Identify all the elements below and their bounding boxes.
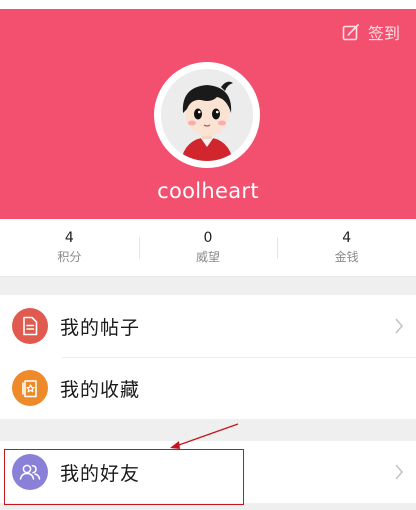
stats-bar: 4 积分 0 威望 4 金钱 xyxy=(0,219,416,277)
chevron-right-icon xyxy=(395,464,404,480)
menu-item-my-friends[interactable]: 我的好友 xyxy=(0,441,416,503)
username: coolheart xyxy=(157,179,259,203)
menu-item-label: 我的收藏 xyxy=(60,378,141,401)
document-icon xyxy=(12,308,48,344)
checkin-button[interactable]: 签到 xyxy=(342,21,400,43)
avatar[interactable] xyxy=(154,62,260,168)
menu-item-my-posts[interactable]: 我的帖子 xyxy=(0,295,416,357)
stat-prestige[interactable]: 0 威望 xyxy=(138,219,278,276)
profile-screen: ▔▔▔▔▔▔▔▔▔▔▔▔▔▔▔▔▔▔▔ 签到 xyxy=(0,0,416,510)
friends-icon xyxy=(12,454,48,490)
stat-prestige-label: 威望 xyxy=(196,250,221,264)
cropped-caption-strip: ▔▔▔▔▔▔▔▔▔▔▔▔▔▔▔▔▔▔▔ xyxy=(0,0,416,9)
stat-points-label: 积分 xyxy=(57,250,82,264)
stat-points[interactable]: 4 积分 xyxy=(0,219,139,276)
bookmark-star-icon xyxy=(12,370,48,406)
menu-group-friends: 我的好友 xyxy=(0,441,416,503)
menu-item-label: 我的好友 xyxy=(60,462,141,485)
avatar-image xyxy=(161,69,253,161)
menu-item-label: 我的帖子 xyxy=(60,316,141,339)
stat-money[interactable]: 4 金钱 xyxy=(277,219,416,276)
cropped-caption-text: ▔▔▔▔▔▔▔▔▔▔▔▔▔▔▔▔▔▔▔ xyxy=(4,0,218,7)
menu-item-my-favorites[interactable]: 我的收藏 xyxy=(0,357,416,419)
menu-group-posts: 我的帖子 我的收藏 xyxy=(0,295,416,419)
stat-prestige-value: 0 xyxy=(203,230,213,246)
stat-points-value: 4 xyxy=(64,230,74,246)
edit-square-icon xyxy=(342,24,359,41)
cartoon-boy-avatar-icon xyxy=(161,69,253,161)
profile-header: 签到 coolheart xyxy=(0,9,416,219)
chevron-right-icon xyxy=(395,318,404,334)
stat-money-value: 4 xyxy=(342,230,352,246)
checkin-label: 签到 xyxy=(367,24,400,43)
stat-money-label: 金钱 xyxy=(334,250,359,264)
